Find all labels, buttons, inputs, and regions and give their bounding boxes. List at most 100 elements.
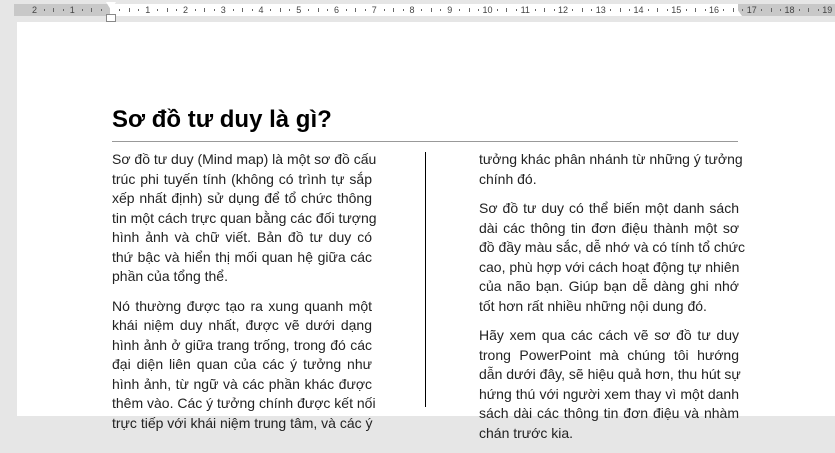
text-line: hình ảnh và chữ viết. Bản đồ tư duy có <box>112 229 372 245</box>
title-underline <box>112 141 738 142</box>
ruler-tick <box>770 8 772 12</box>
ruler-tick <box>100 9 102 11</box>
text-line: hình ảnh ở giữa trang trống, trong đó cá… <box>112 336 372 353</box>
text-line: trúc phi tuyến tính (không có trình tự s… <box>112 170 372 187</box>
column-divider <box>425 152 426 407</box>
text-line: thứ bậc và hiển thị mối quan hệ giữa các <box>112 248 372 265</box>
ruler-label: 2 <box>31 5 38 15</box>
ruler-tick <box>364 9 366 11</box>
text-line: tin một cách trực quan bằng các đối tượn… <box>112 209 377 226</box>
ruler-tick <box>685 9 687 11</box>
text-line: đồ đầy màu sắc, dễ nhớ và có tính tổ chứ… <box>479 239 746 255</box>
ruler-tick <box>496 9 498 11</box>
paragraph[interactable]: tưởng khác phân nhánh từ những ý tưởng ch… <box>479 150 743 189</box>
ruler-label: 14 <box>633 5 644 15</box>
text-line: hình ảnh, từ ngữ và các phần khác được <box>112 375 372 392</box>
ruler-tick <box>157 9 159 11</box>
ruler-tick <box>534 9 536 11</box>
ruler-label: 8 <box>409 5 415 15</box>
ruler-label: 7 <box>371 5 377 15</box>
ruler-tick <box>327 9 329 11</box>
ruler-label: 10 <box>482 5 493 15</box>
ruler-tick <box>279 8 281 12</box>
text-line: xếp nhất định) sử dụng để tổ chức thông <box>112 190 372 206</box>
ruler-label: 19 <box>822 5 833 15</box>
text-line: Hãy xem qua các cách vẽ sơ đồ tư duy <box>479 327 739 343</box>
text-line: tốt hơn rất nhiều những nội dung đó. <box>479 297 707 314</box>
ruler-label: 6 <box>333 5 340 15</box>
ruler-tick <box>232 9 234 11</box>
ruler-label: 16 <box>708 5 720 15</box>
ruler-tick <box>572 9 574 11</box>
ruler-tick <box>553 9 555 11</box>
text-line: thêm vào. Các ý tưởng chính được kết nối <box>112 395 376 411</box>
ruler-tick <box>430 8 432 12</box>
paragraph[interactable]: Hãy xem qua các cách vẽ sơ đồ tư duy tron… <box>479 326 741 443</box>
text-line: Nó thường được tạo ra xung quanh một <box>112 297 372 314</box>
ruler-tick <box>289 9 291 11</box>
ruler-tick <box>166 8 168 12</box>
ruler-tick <box>270 9 272 11</box>
text-line: cao, phù hợp với cách hoạt động tự nhiên <box>479 258 740 275</box>
text-line: trong PowerPoint mà chúng tôi hướng <box>479 346 739 363</box>
ruler-tick <box>798 9 800 11</box>
ruler-tick <box>176 9 178 11</box>
ruler-tick <box>242 8 244 12</box>
ruler-tick <box>657 8 659 12</box>
ruler-tick <box>204 8 206 12</box>
ruler-tick <box>81 9 83 11</box>
paragraph[interactable]: Sơ đồ tư duy có thể biến một danh sách dà… <box>479 199 746 316</box>
text-line: trực tiếp với khái niệm trung tâm, và cá… <box>112 414 373 431</box>
ruler-tick <box>695 8 697 12</box>
text-line: Sơ đồ tư duy (Mind map) là một sơ đồ cấu <box>112 151 377 167</box>
ruler-label: 1 <box>145 5 151 15</box>
ruler-tick <box>393 8 395 12</box>
ruler-tick <box>194 9 196 11</box>
ruler-tick <box>619 8 621 12</box>
ruler-label: 3 <box>220 5 226 15</box>
ruler-tick <box>468 8 470 12</box>
ruler-tick <box>402 9 404 11</box>
ruler-tick <box>383 9 385 11</box>
paragraph[interactable]: Nó thường được tạo ra xung quanh một khái… <box>112 297 376 434</box>
ruler-label: 15 <box>671 5 682 15</box>
ruler-tick <box>610 9 612 11</box>
text-line: hứng thú với người xem thay vì một danh <box>479 385 739 402</box>
ruler-label: 13 <box>595 5 606 15</box>
ruler-tick <box>53 8 55 12</box>
ruler-tick <box>308 9 310 11</box>
right-indent-marker[interactable] <box>732 9 742 16</box>
ruler-tick <box>808 8 810 12</box>
ruler-tick <box>213 9 215 11</box>
ruler-label: 17 <box>746 5 757 15</box>
page-title: Sơ đồ tư duy là gì? <box>112 106 332 133</box>
ruler-tick <box>761 9 763 11</box>
ruler-tick <box>128 8 130 12</box>
left-indent-marker[interactable] <box>106 14 116 22</box>
text-line: dẫn dưới đây, sẽ hiệu quả hơn, thu hút s… <box>479 366 741 382</box>
ruler-tick <box>251 9 253 11</box>
text-line: sách dài các thông tin đơn điệu và nhàm <box>479 405 739 421</box>
ruler-tick <box>544 8 546 12</box>
ruler-label: 2 <box>182 5 189 15</box>
ruler-tick <box>817 9 819 11</box>
ruler-tick <box>515 9 517 11</box>
ruler-label: 5 <box>296 5 302 15</box>
ruler-label: 11 <box>520 5 530 15</box>
text-line: của não bạn. Giúp bạn dễ dàng ghi nhớ <box>479 278 739 294</box>
ruler-tick <box>421 9 423 11</box>
ruler-tick <box>43 9 45 11</box>
horizontal-ruler[interactable]: 2 1 1 2 3 4 5 6 7 8 9 10 11 12 13 14 15 16 17 18 19 <box>0 0 835 22</box>
document-page[interactable]: Sơ đồ tư duy là gì? Sơ đồ tư duy (Mind m… <box>17 22 835 441</box>
paragraph[interactable]: Sơ đồ tư duy (Mind map) là một sơ đồ cấu… <box>112 150 377 287</box>
first-line-indent-marker[interactable] <box>106 2 116 10</box>
ruler-tick <box>355 8 357 12</box>
ruler-tick <box>119 9 121 11</box>
ruler-tick <box>581 8 583 12</box>
text-line: dài các thông tin đơn điệu thành một sơ <box>479 219 739 236</box>
ruler-tick <box>345 9 347 11</box>
text-line: tưởng khác phân nhánh từ những ý tưởng <box>479 151 743 167</box>
ruler-label: 1 <box>69 5 75 15</box>
ruler-tick <box>742 9 744 11</box>
ruler-tick <box>723 9 725 11</box>
